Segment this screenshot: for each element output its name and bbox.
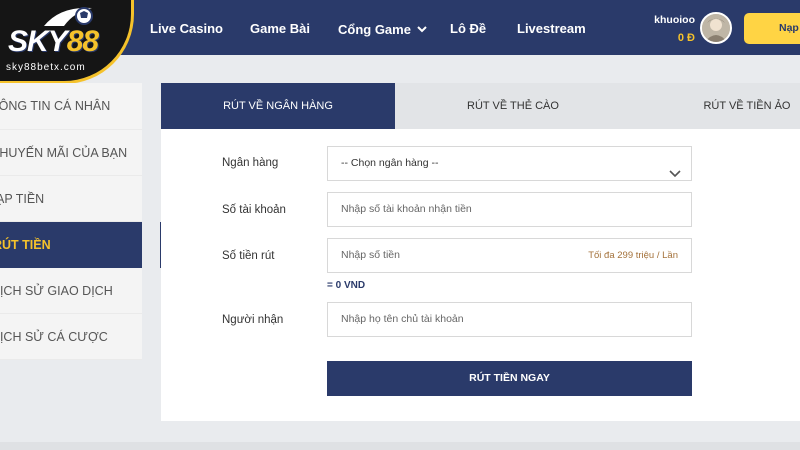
sidebar-item-withdraw[interactable]: Rút tiền (0, 222, 142, 268)
account-placeholder: Nhập số tài khoản nhận tiền (341, 203, 472, 215)
withdraw-tabs: Rút về ngân hàng Rút về thẻ cào Rút về t… (161, 83, 800, 129)
nav-cong-game-label: Cổng Game (338, 22, 411, 37)
sidebar-item-bet-history[interactable]: Lịch sử cá cược (0, 314, 142, 360)
amount-conversion: = 0 VND (327, 280, 366, 291)
sidebar-item-deposit[interactable]: Nạp tiền (0, 176, 142, 222)
withdraw-form: Ngân hàng -- Chọn ngân hàng -- Số tài kh… (161, 129, 800, 421)
withdraw-now-button[interactable]: Rút tiền ngay (327, 361, 692, 396)
account-input[interactable]: Nhập số tài khoản nhận tiền (327, 192, 692, 227)
balance: 0 Đ (677, 32, 695, 44)
amount-limit-hint: Tối đa 299 triệu / Lần (588, 250, 678, 261)
page-footer-strip (0, 442, 800, 450)
bank-label: Ngân hàng (222, 157, 279, 169)
sidebar: Thông tin cá nhân Khuyến mãi của bạn Nạp… (0, 83, 142, 360)
receiver-placeholder: Nhập họ tên chủ tài khoản (341, 313, 464, 325)
amount-input[interactable]: Nhập số tiền Tối đa 299 triệu / Lần (327, 238, 692, 273)
nav-cong-game[interactable]: Cổng Game (338, 0, 427, 55)
username: khuoioo (654, 14, 695, 26)
bank-select-value: -- Chọn ngân hàng -- (341, 157, 439, 169)
amount-placeholder: Nhập số tiền (341, 249, 400, 261)
nav-game-bai[interactable]: Game Bài (250, 0, 310, 55)
receiver-input[interactable]: Nhập họ tên chủ tài khoản (327, 302, 692, 337)
bank-select[interactable]: -- Chọn ngân hàng -- (327, 146, 692, 181)
logo[interactable]: SKY88 sky88betx.com (0, 0, 134, 84)
sidebar-item-promotions[interactable]: Khuyến mãi của bạn (0, 130, 142, 176)
sidebar-item-profile[interactable]: Thông tin cá nhân (0, 83, 142, 130)
chevron-down-icon (669, 159, 681, 192)
avatar-icon (702, 14, 730, 42)
sidebar-item-transaction-history[interactable]: Lịch sử giao dịch (0, 268, 142, 314)
nav-livestream[interactable]: Livestream (517, 0, 586, 55)
amount-label: Số tiền rút (222, 250, 275, 262)
logo-site: sky88betx.com (6, 62, 86, 73)
nav-live-casino[interactable]: Live Casino (150, 0, 223, 55)
tab-card[interactable]: Rút về thẻ cào (395, 83, 631, 129)
chevron-down-icon (417, 0, 427, 57)
logo-brand: SKY88 (8, 25, 99, 58)
user-info[interactable]: khuoioo 0 Đ (654, 14, 695, 46)
account-label: Số tài khoản (222, 204, 286, 216)
deposit-button[interactable]: Nạp (744, 13, 800, 44)
avatar[interactable] (700, 12, 732, 44)
tab-crypto[interactable]: Rút về tiền ảo (631, 83, 800, 129)
receiver-label: Người nhận (222, 314, 284, 326)
tab-bank[interactable]: Rút về ngân hàng (161, 83, 395, 129)
nav-lo-de[interactable]: Lô Đề (450, 0, 486, 55)
